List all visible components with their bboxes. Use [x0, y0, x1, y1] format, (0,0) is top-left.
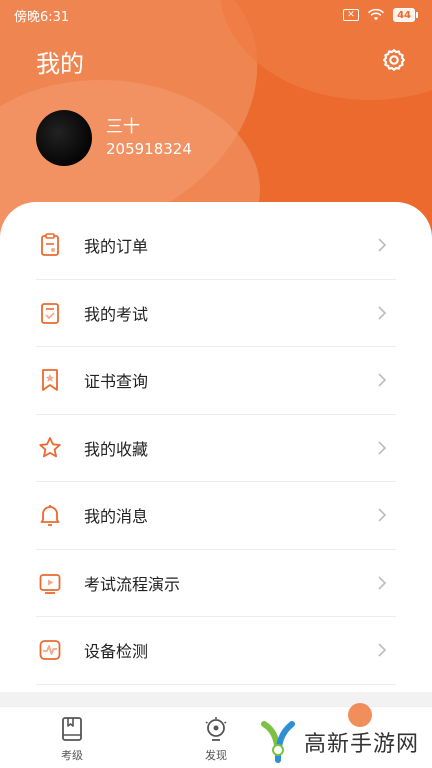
menu-item-label: 我的收藏	[84, 439, 149, 459]
no-sim-icon: ✕	[343, 9, 360, 21]
certificate-icon	[38, 368, 62, 392]
menu-item-label: 证书查询	[84, 372, 149, 392]
status-icons: ✕ 44	[343, 8, 418, 22]
menu-item-label: 设备检测	[84, 642, 149, 662]
menu-item-exam-process-demo[interactable]: 考试流程演示	[36, 550, 396, 617]
menu-item-certificate-query[interactable]: 证书查询	[36, 347, 396, 415]
battery-level: 44	[393, 8, 415, 22]
menu-item-device-check[interactable]: 设备检测	[36, 617, 396, 685]
book-icon	[62, 717, 82, 741]
menu-item-favorites[interactable]: 我的收藏	[36, 415, 396, 482]
menu-item-label: 我的订单	[84, 237, 149, 257]
menu-item-label: 我的消息	[84, 507, 149, 527]
video-play-icon	[38, 571, 62, 595]
menu-item-label: 我的考试	[84, 304, 149, 324]
chevron-right-icon	[378, 643, 387, 657]
watermark: 高新手游网	[256, 716, 419, 768]
chevron-right-icon	[378, 576, 387, 590]
chevron-right-icon	[378, 306, 387, 320]
status-bar: 傍晚6:31 ✕ 44	[0, 0, 432, 30]
tab-discover[interactable]: 发现	[186, 715, 246, 763]
bulb-icon	[205, 717, 227, 741]
chevron-right-icon	[378, 238, 387, 252]
page-title: 我的	[36, 50, 84, 78]
user-id: 205918324	[106, 140, 192, 158]
wifi-icon	[368, 8, 385, 21]
battery-tip	[416, 12, 418, 18]
menu-list: 我的订单 我的考试 证书查询 我的收藏 我的消息 考试流程演示 设备检测	[36, 212, 396, 685]
menu-card: 我的订单 我的考试 证书查询 我的收藏 我的消息 考试流程演示 设备检测	[0, 202, 432, 692]
star-icon	[38, 436, 62, 460]
watermark-logo	[261, 721, 295, 763]
status-time: 傍晚6:31	[14, 9, 70, 25]
menu-item-messages[interactable]: 我的消息	[36, 482, 396, 550]
clipboard-icon	[38, 233, 62, 257]
menu-item-exams[interactable]: 我的考试	[36, 280, 396, 347]
chevron-right-icon	[378, 441, 387, 455]
tab-grading[interactable]: 考级	[42, 715, 102, 763]
chevron-right-icon	[378, 508, 387, 522]
battery-indicator: 44	[393, 8, 418, 22]
user-avatar[interactable]	[36, 110, 92, 166]
tab-label: 发现	[205, 749, 227, 762]
bell-icon	[38, 503, 62, 527]
user-name: 三十	[106, 117, 140, 137]
chevron-right-icon	[378, 373, 387, 387]
device-check-icon	[38, 638, 62, 662]
exam-paper-icon	[38, 301, 62, 325]
settings-gear-icon[interactable]	[380, 46, 408, 74]
menu-item-label: 考试流程演示	[84, 574, 181, 594]
tab-label: 考级	[61, 749, 83, 762]
section-divider	[0, 692, 432, 706]
menu-item-orders[interactable]: 我的订单	[36, 212, 396, 280]
watermark-text: 高新手游网	[304, 732, 420, 757]
